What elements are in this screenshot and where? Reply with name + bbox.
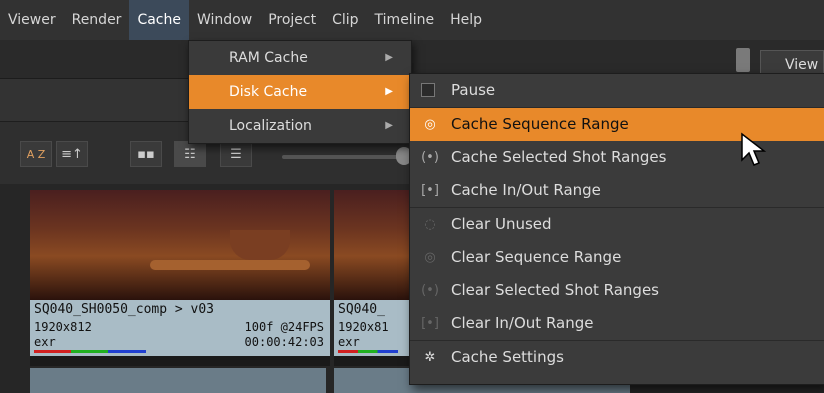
submenu-arrow-icon: ▶ <box>385 120 393 131</box>
clip-frames: 100f @24FPS <box>244 320 324 334</box>
clip-preview-image <box>30 190 330 300</box>
menu-item-clear-unused[interactable]: ◌ Clear Unused <box>410 208 824 241</box>
rgb-indicator <box>34 350 146 353</box>
menu-item-label: Clear Sequence Range <box>451 248 622 266</box>
menu-window[interactable]: Window <box>189 0 260 40</box>
menu-item-label: Clear Selected Shot Ranges <box>451 281 660 299</box>
gear-icon: ✲ <box>424 350 436 365</box>
cup-shape <box>230 230 290 260</box>
clip-format: exr <box>34 335 56 349</box>
menu-item-label: RAM Cache <box>229 50 308 66</box>
menu-project[interactable]: Project <box>260 0 324 40</box>
menu-item-label: Cache In/Out Range <box>451 181 601 199</box>
clip-info-bar: SQ040_SH0050_comp > v03 1920x812 100f @2… <box>30 300 330 356</box>
cache-selected-icon: (•) <box>421 150 439 165</box>
plate-shape <box>150 260 310 270</box>
disk-cache-menu: Pause ◎ Cache Sequence Range (•) Cache S… <box>409 73 824 385</box>
clip-format: exr <box>338 335 360 349</box>
clip-resolution: 1920x812 <box>34 320 92 334</box>
sort-az-icon: A Z <box>26 147 46 161</box>
list-view-icon: ☰ <box>230 146 242 162</box>
rgb-indicator <box>338 350 398 353</box>
menu-item-label: Disk Cache <box>229 84 308 100</box>
menu-help[interactable]: Help <box>442 0 490 40</box>
list-view-button[interactable]: ☰ <box>220 141 252 167</box>
clear-sequence-icon: ◎ <box>424 250 436 265</box>
menu-item-clear-selected-shot-ranges[interactable]: (•) Clear Selected Shot Ranges <box>410 274 824 307</box>
menu-item-label: Clear Unused <box>451 215 552 233</box>
submenu-arrow-icon: ▶ <box>385 86 393 97</box>
pause-checkbox[interactable] <box>421 83 435 97</box>
menu-item-clear-inout-range[interactable]: [•] Clear In/Out Range <box>410 307 824 340</box>
menu-item-disk-cache[interactable]: Disk Cache ▶ <box>189 75 411 109</box>
menu-timeline[interactable]: Timeline <box>367 0 443 40</box>
menu-item-localization[interactable]: Localization ▶ <box>189 109 411 143</box>
sort-order-button[interactable]: ≡↑ <box>56 141 88 167</box>
submenu-arrow-icon: ▶ <box>385 52 393 63</box>
menu-render[interactable]: Render <box>64 0 130 40</box>
mouse-pointer-icon <box>741 132 767 166</box>
menu-item-label: Cache Selected Shot Ranges <box>451 148 667 166</box>
clip-resolution: 1920x81 <box>338 320 389 334</box>
menu-item-cache-inout-range[interactable]: [•] Cache In/Out Range <box>410 174 824 207</box>
thumbnail-size-slider[interactable] <box>282 155 402 159</box>
menu-bar: Viewer Render Cache Window Project Clip … <box>0 0 824 40</box>
grid-details-icon: ☷ <box>184 146 196 162</box>
grid-large-icon: ▪▪ <box>137 146 155 162</box>
menu-item-ram-cache[interactable]: RAM Cache ▶ <box>189 41 411 75</box>
menu-item-label: Pause <box>451 81 496 99</box>
grid-large-button[interactable]: ▪▪ <box>130 141 162 167</box>
clear-inout-icon: [•] <box>421 316 439 331</box>
cache-menu: RAM Cache ▶ Disk Cache ▶ Localization ▶ <box>188 40 412 144</box>
clip-thumbnail[interactable]: SQ040_SH0050_comp > v03 1920x812 100f @2… <box>30 190 330 366</box>
menu-cache[interactable]: Cache <box>129 0 189 40</box>
sort-list-icon: ≡↑ <box>61 146 83 162</box>
clip-name: SQ040_SH0050_comp > v03 <box>34 302 215 317</box>
menu-clip[interactable]: Clip <box>324 0 366 40</box>
menu-item-clear-sequence-range[interactable]: ◎ Clear Sequence Range <box>410 241 824 274</box>
cache-inout-icon: [•] <box>421 183 439 198</box>
grid-details-button[interactable]: ☷ <box>174 141 206 167</box>
menu-item-label: Clear In/Out Range <box>451 314 594 332</box>
panel-grip-icon[interactable] <box>736 48 750 72</box>
clear-unused-icon: ◌ <box>424 217 436 232</box>
menu-item-label: Localization <box>229 118 312 134</box>
menu-item-cache-settings[interactable]: ✲ Cache Settings <box>410 341 824 374</box>
clip-timecode: 00:00:42:03 <box>244 335 324 349</box>
sort-az-button[interactable]: A Z <box>20 141 52 167</box>
menu-item-label: Cache Settings <box>451 348 564 366</box>
cache-sequence-icon: ◎ <box>424 117 436 132</box>
menu-item-pause[interactable]: Pause <box>410 74 824 107</box>
clip-name: SQ040_ <box>338 302 385 317</box>
menu-item-label: Cache Sequence Range <box>451 115 629 133</box>
clear-selected-icon: (•) <box>421 283 439 298</box>
menu-viewer[interactable]: Viewer <box>0 0 64 40</box>
clip-thumbnail-row2[interactable] <box>30 368 326 393</box>
